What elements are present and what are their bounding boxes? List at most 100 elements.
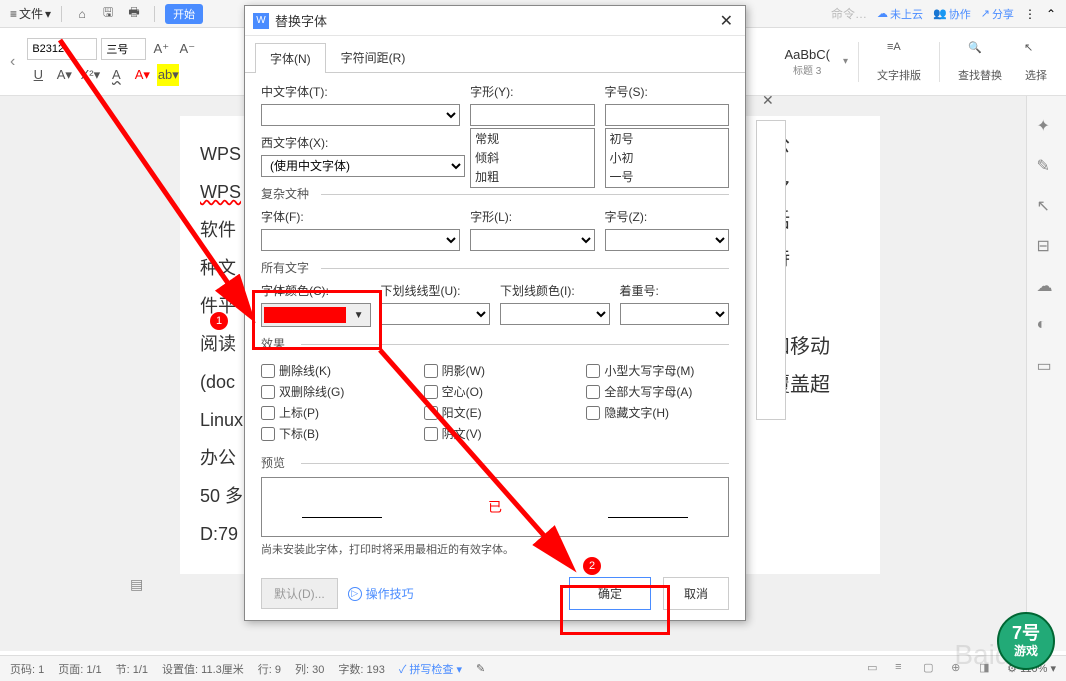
status-section[interactable]: 节: 1/1 [116,661,148,677]
cursor-icon[interactable]: ↖ [1037,196,1057,216]
dialog-tabs: 字体(N) 字符间距(R) [245,36,745,73]
cloud-link[interactable]: ☁ 未上云 [877,6,923,22]
tab-font[interactable]: 字体(N) [255,43,326,73]
doc-proof-icon[interactable]: ✎ [476,662,485,675]
underline-color-select[interactable] [500,303,610,325]
font-style-input[interactable] [470,104,594,126]
emboss-check[interactable]: 阳文(E) [424,404,567,421]
dialog-icon: W [253,13,269,29]
start-tab[interactable]: 开始 [165,4,203,24]
view-read-icon[interactable]: ▢ [923,661,939,677]
smallcaps-check[interactable]: 小型大写字母(M) [586,362,729,379]
dialog-title: 替换字体 [275,11,716,30]
status-row[interactable]: 行: 9 [258,661,281,677]
font-color-select[interactable]: ▼ [261,303,371,327]
close-icon[interactable]: ✕ [716,11,737,31]
super-check[interactable]: 上标(P) [261,404,404,421]
view-page-icon[interactable]: ▭ [867,661,883,677]
settings-icon[interactable]: ⊟ [1037,236,1057,256]
western-font-select[interactable]: (使用中文字体) [261,155,465,177]
tool5-icon[interactable]: ◐ [1037,316,1057,336]
ribbon-back[interactable]: ‹ [10,53,15,71]
effects-section: 效果 [261,335,729,352]
tips-link[interactable]: ▷操作技巧 [348,585,414,602]
cloud-icon[interactable]: ☁ [1037,276,1057,296]
status-col[interactable]: 列: 30 [295,661,324,677]
home-icon[interactable]: ⌂ [72,4,92,24]
view-outline-icon[interactable]: ≡ [895,661,911,677]
underline-btn[interactable]: U [27,64,49,86]
font-size-select[interactable] [101,38,146,60]
find-replace-btn[interactable]: 🔍 查找替换 [950,41,1010,83]
sub-check[interactable]: 下标(B) [261,425,404,442]
chinese-font-select[interactable] [261,104,460,126]
replace-font-dialog: W 替换字体 ✕ 字体(N) 字符间距(R) 中文字体(T): 字形(Y): 常… [244,5,746,621]
font-size-input[interactable] [605,104,729,126]
status-bar: 页码: 1 页面: 1/1 节: 1/1 设置值: 11.3厘米 行: 9 列:… [0,655,1066,681]
underline-style-select[interactable] [381,303,491,325]
increase-font-icon[interactable]: A⁺ [150,38,172,60]
complex-font-select[interactable] [261,229,460,251]
complex-style-select[interactable] [470,229,594,251]
select-btn[interactable]: ↖ 选择 [1016,41,1056,83]
hollow-check[interactable]: 空心(O) [424,383,567,400]
assistant-icon[interactable]: ✦ [1037,116,1057,136]
dialog-titlebar: W 替换字体 ✕ [245,6,745,36]
collapse-icon[interactable]: ⌃ [1046,7,1056,21]
font-style-label: 字形(Y): [470,83,594,100]
annotation-marker-1: 1 [210,312,228,330]
share-link[interactable]: ↗ 分享 [981,6,1014,22]
collab-link[interactable]: 👥 协作 [933,6,971,22]
emphasis-select[interactable] [620,303,730,325]
preview-section: 预览 [261,454,729,471]
highlight-btn[interactable]: ab▾ [157,64,179,86]
complex-section: 复杂文种 [261,185,729,202]
view-web-icon[interactable]: ⊕ [951,661,967,677]
font-size-label: 字号(S): [605,83,729,100]
layout-btn[interactable]: ≡A 文字排版 [869,41,929,83]
text-effect-btn[interactable]: A▾ [53,64,75,86]
superscript-btn[interactable]: X²▾ [79,64,101,86]
font-name-select[interactable] [27,38,97,60]
hidden-check[interactable]: 隐藏文字(H) [586,404,729,421]
style-preview[interactable]: AaBbC( 标题 3 [777,44,837,80]
print-icon[interactable]: 🖶 [124,4,144,24]
western-font-label: 西文字体(X): [261,134,465,151]
more-icon[interactable]: ⋮ [1024,7,1036,21]
file-menu[interactable]: ≡ 文件 ▾ [10,5,51,22]
cmd-hint: 命令… [831,5,867,22]
ok-button[interactable]: 确定 [569,577,651,610]
decrease-font-icon[interactable]: A⁻ [176,38,198,60]
preview-box: 已 [261,477,729,537]
status-page[interactable]: 页码: 1 [10,661,44,677]
engrave-check[interactable]: 阴文(V) [424,425,567,442]
right-tool-panel: ✦ ✎ ↖ ⊟ ☁ ◐ ▭ [1026,96,1066,651]
alltext-section: 所有文字 [261,259,729,276]
status-pages[interactable]: 页面: 1/1 [58,661,101,677]
spell-check-toggle[interactable]: ✓ 拼写检查 ▾ [399,661,462,677]
save-icon[interactable]: 🖫 [98,4,118,24]
status-position[interactable]: 设置值: 11.3厘米 [162,661,244,677]
pen-icon[interactable]: ✎ [1037,156,1057,176]
dstrike-check[interactable]: 双删除线(G) [261,383,404,400]
strikethrough-btn[interactable]: A [105,64,127,86]
chevron-down-icon: ▼ [350,310,368,321]
zoom-level[interactable]: ⚙ 110% ▾ [1007,662,1056,675]
default-button[interactable]: 默认(D)... [261,578,338,609]
tool6-icon[interactable]: ▭ [1037,356,1057,376]
shadow-check[interactable]: 阴影(W) [424,362,567,379]
cancel-button[interactable]: 取消 [663,577,729,610]
tab-spacing[interactable]: 字符间距(R) [326,42,421,72]
font-color-btn[interactable]: A▾ [131,64,153,86]
view-focus-icon[interactable]: ◨ [979,661,995,677]
panel-close-icon[interactable]: ✕ [762,92,774,109]
color-swatch [264,307,346,323]
side-panel [756,120,786,420]
status-words[interactable]: 字数: 193 [338,661,384,677]
allcaps-check[interactable]: 全部大写字母(A) [586,383,729,400]
complex-size-select[interactable] [605,229,729,251]
style-more[interactable]: ▾ [843,56,848,67]
chinese-font-label: 中文字体(T): [261,83,460,100]
strike-check[interactable]: 删除线(K) [261,362,404,379]
preview-note: 尚未安装此字体，打印时将采用最相近的有效字体。 [261,541,729,557]
